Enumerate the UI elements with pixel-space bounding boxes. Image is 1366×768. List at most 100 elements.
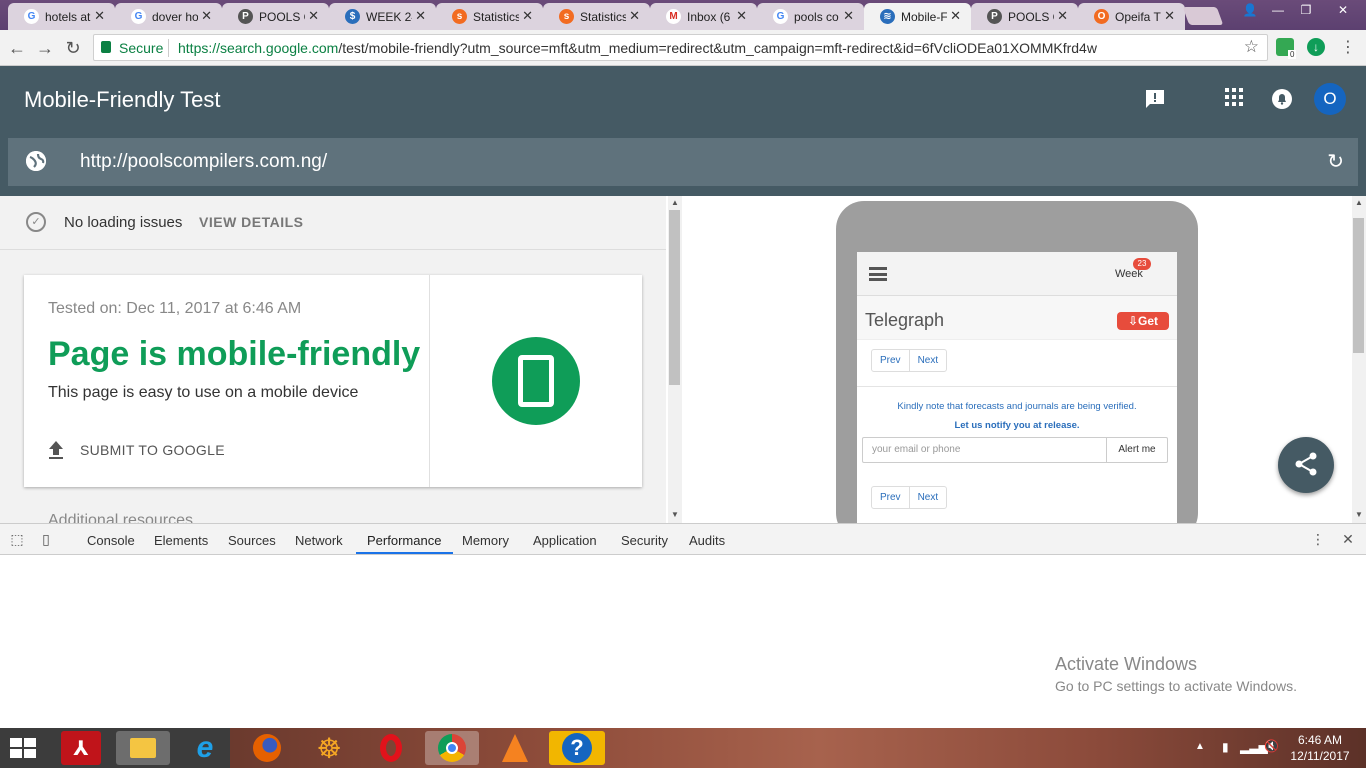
help-icon[interactable]: ? [549,731,605,765]
tab-sources[interactable]: Sources [228,533,276,548]
firefox-icon[interactable] [247,731,287,765]
browser-tab[interactable]: G pools co ✕ [757,3,864,30]
browser-tab-active[interactable]: ≋ Mobile-F ✕ [864,3,971,30]
address-bar[interactable]: Secure https://search.google.com/test/mo… [93,34,1268,61]
pager-bottom: Prev Next [871,486,948,509]
view-details-button[interactable]: VIEW DETAILS [199,214,304,230]
internet-explorer-icon[interactable]: e [185,731,225,765]
close-tab-icon[interactable]: ✕ [308,8,319,24]
browser-tab[interactable]: s Statistics ✕ [543,3,650,30]
devtools-menu-icon[interactable]: ⋮ [1310,531,1326,547]
close-devtools-icon[interactable]: ✕ [1340,531,1356,547]
new-tab-button[interactable] [1182,7,1224,25]
tested-url-bar[interactable]: http://poolscompilers.com.ng/ ↻ [8,138,1358,186]
share-icon [1295,452,1317,476]
card-divider [429,275,430,487]
restore-button[interactable]: ❐ [1292,0,1320,20]
system-clock[interactable]: 6:46 AM 12/11/2017 [1280,732,1360,764]
scroll-up-icon[interactable]: ▲ [1355,198,1363,207]
apps-grid-icon[interactable] [1222,88,1246,112]
close-window-button[interactable]: ✕ [1320,0,1366,20]
browser-tab[interactable]: $ WEEK 24 ✕ [329,3,436,30]
left-scrollbar[interactable]: ▲ ▼ [668,196,682,523]
week-badge: 23 [1133,258,1151,270]
bookmark-star-icon[interactable]: ☆ [1244,37,1259,57]
tab-label: POOLS C [1008,9,1054,24]
lock-icon [101,41,111,53]
alert-me-button: Alert me [1106,438,1167,462]
tab-memory[interactable]: Memory [462,533,509,548]
battery-icon[interactable]: ▮ [1222,740,1229,754]
close-tab-icon[interactable]: ✕ [950,8,961,24]
browser-tab[interactable]: P POOLS C ✕ [971,3,1078,30]
vlc-icon[interactable] [495,731,535,765]
volume-muted-icon[interactable]: 🔇 [1264,739,1279,753]
scroll-down-icon[interactable]: ▼ [671,510,679,519]
browser-tab[interactable]: s Statistics ✕ [436,3,543,30]
download-icon[interactable]: ↓ [1307,38,1325,56]
right-scrollbar[interactable]: ▲ ▼ [1352,196,1366,523]
tab-performance[interactable]: Performance [367,533,441,548]
close-tab-icon[interactable]: ✕ [94,8,105,24]
tab-security[interactable]: Security [621,533,668,548]
inspect-element-icon[interactable]: ⬚ [9,531,25,547]
close-tab-icon[interactable]: ✕ [201,8,212,24]
chrome-menu-icon[interactable]: ⋮ [1337,37,1359,59]
notifications-icon[interactable] [1270,88,1294,112]
tab-elements[interactable]: Elements [154,533,208,548]
scroll-thumb[interactable] [669,210,680,385]
opera-icon[interactable] [371,731,411,765]
tab-label: WEEK 24 [366,9,412,24]
divider [168,39,169,57]
close-tab-icon[interactable]: ✕ [1164,8,1175,24]
close-tab-icon[interactable]: ✕ [415,8,426,24]
retest-icon[interactable]: ↻ [1327,149,1344,174]
results-panel: ✓ No loading issues VIEW DETAILS Tested … [0,196,666,523]
close-tab-icon[interactable]: ✕ [522,8,533,24]
submit-to-google-button[interactable]: SUBMIT TO GOOGLE [48,441,225,459]
phone-screen: Week 23 Telegraph ⇩Get Prev Next Kindly … [857,252,1177,532]
acrobat-icon[interactable]: ⅄ [61,731,101,765]
close-tab-icon[interactable]: ✕ [629,8,640,24]
browser-tab[interactable]: G hotels at ✕ [8,3,115,30]
reload-icon[interactable]: ↻ [62,37,84,59]
preview-title-bar: Telegraph ⇩Get [857,296,1177,340]
additional-resources-heading: Additional resources [48,512,193,523]
share-button[interactable] [1278,437,1334,493]
avatar[interactable]: O [1314,83,1346,115]
forward-icon[interactable]: → [34,37,56,59]
scroll-thumb[interactable] [1353,218,1364,353]
helm-icon[interactable]: ☸ [309,731,349,765]
browser-tab[interactable]: P POOLS C ✕ [222,3,329,30]
windows-taskbar: ⅄ e ☸ ? ▲ ▮ ▂▃▅ 🔇 6:46 AM 12/11/2017 [0,728,1366,768]
file-explorer-icon[interactable] [116,731,170,765]
tested-url[interactable]: http://poolscompilers.com.ng/ [80,151,327,173]
browser-tab[interactable]: G dover ho ✕ [115,3,222,30]
scroll-up-icon[interactable]: ▲ [671,198,679,207]
chrome-icon[interactable] [425,731,479,765]
tab-network[interactable]: Network [295,533,343,548]
activate-windows-subtitle: Go to PC settings to activate Windows. [1055,678,1297,694]
tested-on: Tested on: Dec 11, 2017 at 6:46 AM [48,300,302,317]
device-toolbar-icon[interactable]: ▯ [38,531,54,547]
tab-console[interactable]: Console [87,533,135,548]
windows-start-icon[interactable] [10,738,38,760]
scroll-down-icon[interactable]: ▼ [1355,510,1363,519]
feedback-icon[interactable] [1143,88,1167,112]
minimize-button[interactable]: — [1264,0,1292,20]
tab-label: POOLS C [259,9,305,24]
tab-application[interactable]: Application [533,533,597,548]
page-title: Mobile-Friendly Test [24,87,221,112]
chevron-up-icon[interactable]: ▲ [1195,741,1205,752]
profile-icon[interactable]: 👤 [1236,0,1264,20]
globe-icon [26,151,46,171]
back-icon[interactable]: ← [6,37,28,59]
close-tab-icon[interactable]: ✕ [736,8,747,24]
browser-tab[interactable]: M Inbox (6 ✕ [650,3,757,30]
close-tab-icon[interactable]: ✕ [1057,8,1068,24]
browser-tab[interactable]: O Opeifa T ✕ [1078,3,1185,30]
preview-topbar: Week 23 [857,252,1177,296]
close-tab-icon[interactable]: ✕ [843,8,854,24]
extension-badge: 0 [1288,50,1297,59]
tab-audits[interactable]: Audits [689,533,725,548]
